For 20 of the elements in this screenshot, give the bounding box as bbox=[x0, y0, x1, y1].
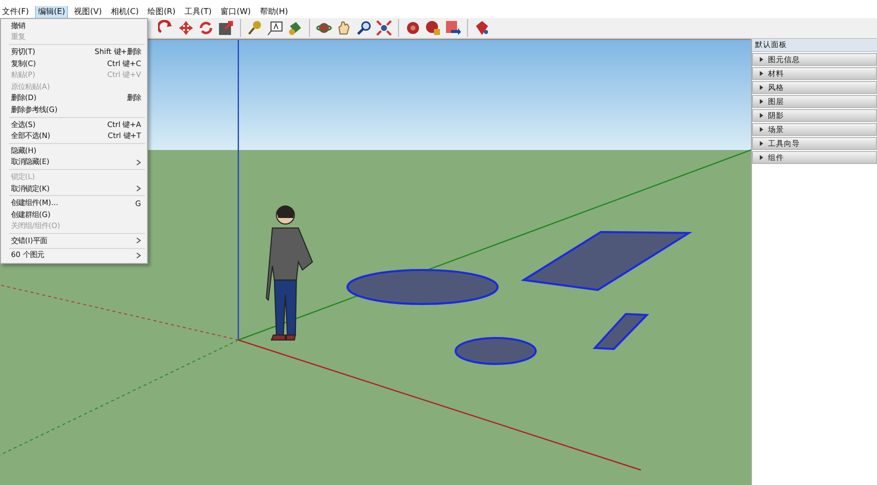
menu-item[interactable]: 工具(T) bbox=[182, 6, 214, 18]
menu-item[interactable]: 文件(F) bbox=[0, 6, 31, 18]
rotate-icon[interactable] bbox=[198, 20, 214, 36]
menu-item[interactable]: 相机(C) bbox=[108, 6, 141, 18]
hand-icon[interactable] bbox=[336, 20, 352, 36]
move-arrows-icon[interactable] bbox=[178, 20, 194, 36]
export-icon[interactable] bbox=[445, 20, 461, 36]
menu-item[interactable]: 窗口(W) bbox=[218, 6, 253, 18]
curved-arrow-icon[interactable] bbox=[158, 20, 174, 36]
paint-bucket-icon[interactable] bbox=[287, 20, 303, 36]
rectangle-face bbox=[592, 312, 650, 350]
magnifier-icon[interactable] bbox=[356, 20, 372, 36]
tape-measure-icon[interactable] bbox=[247, 20, 263, 36]
menu-item[interactable]: 帮助(H) bbox=[258, 6, 290, 18]
menu-item[interactable]: 绘图(R) bbox=[146, 6, 178, 18]
scale-icon[interactable] bbox=[218, 20, 234, 36]
menu-item[interactable]: 编辑(E) bbox=[36, 6, 68, 18]
text-label-icon[interactable] bbox=[267, 20, 283, 36]
zoom-extents-icon[interactable] bbox=[376, 20, 392, 36]
menu-item[interactable]: 视图(V) bbox=[72, 6, 104, 18]
